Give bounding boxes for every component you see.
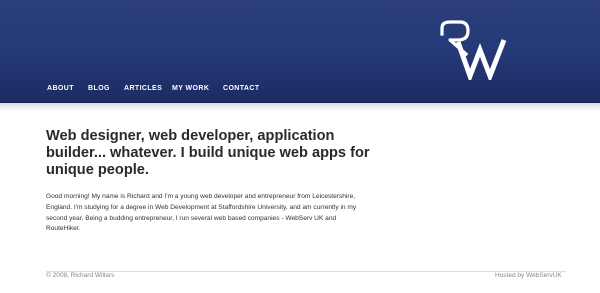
nav-item-about[interactable]: ABOUT [47, 85, 74, 92]
footer-divider [46, 271, 566, 272]
page-headline: Web designer, web developer, application… [46, 128, 370, 178]
nav-item-articles[interactable]: ARTICLES [124, 85, 162, 92]
intro-paragraph: Good morning! My name is Richard and I'm… [46, 193, 357, 233]
nav-item-contact[interactable]: CONTACT [223, 85, 260, 92]
nav-item-blog[interactable]: BLOG [88, 85, 110, 92]
nav-item-my-work[interactable]: MY WORK [172, 85, 209, 92]
footer-hosted-link[interactable]: Hosted by WebServUK [495, 272, 562, 279]
header-shadow-band [0, 103, 600, 110]
site-header: ABOUT BLOG ARTICLES MY WORK CONTACT [0, 0, 600, 103]
rw-logo[interactable] [438, 18, 508, 80]
footer-copyright: © 2008, Richard Willars [46, 272, 115, 279]
rw-monogram-icon [440, 20, 507, 80]
